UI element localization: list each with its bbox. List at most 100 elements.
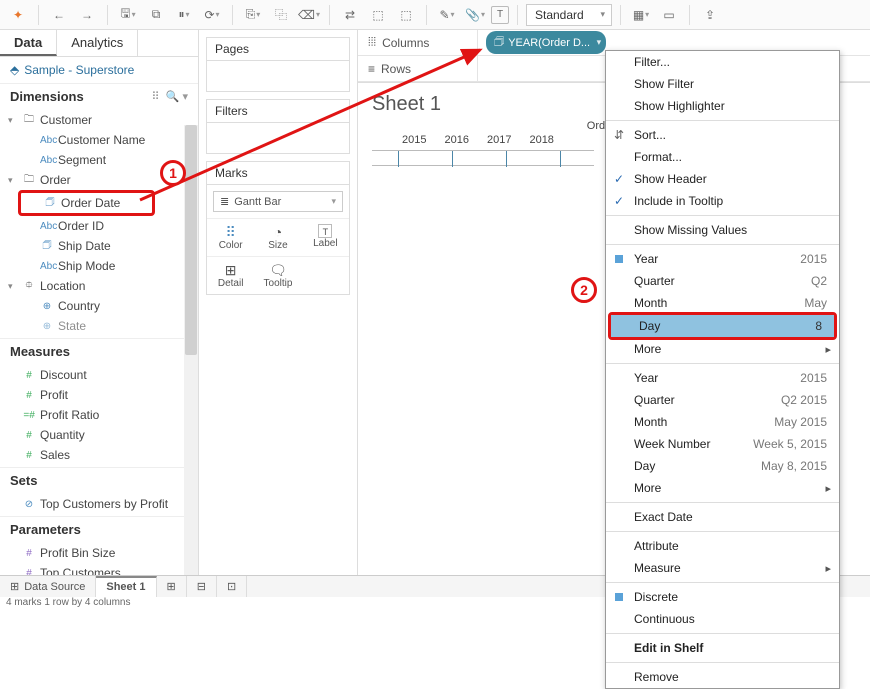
menu-format[interactable]: Format... [606, 146, 839, 168]
forward-icon[interactable]: → [75, 3, 99, 27]
dimensions-list: ▾🗀Customer AbcCustomer Name AbcSegment ▾… [0, 108, 198, 338]
sort-desc-icon[interactable]: ⬚ [394, 3, 418, 27]
new-sheet-tab-icon: ⊞ [167, 580, 176, 593]
marks-card: Marks ≣Gantt Bar ▾ ⠿Color ◔Size TLabel ⊞… [206, 161, 350, 295]
tab-data-source[interactable]: ⊞Data Source [0, 576, 96, 597]
folder-customer[interactable]: ▾🗀Customer [0, 110, 198, 130]
back-icon[interactable]: ← [47, 3, 71, 27]
menu-continuous[interactable]: Continuous [606, 608, 839, 630]
new-dashboard-icon: ⊟ [197, 580, 206, 593]
field-sales[interactable]: #Sales [0, 445, 198, 465]
marks-tooltip-button[interactable]: 🗨Tooltip [254, 256, 301, 294]
field-ship-date[interactable]: 🗇Ship Date [0, 236, 198, 256]
menu-filter[interactable]: Filter... [606, 51, 839, 73]
field-profit-ratio[interactable]: =#Profit Ratio [0, 405, 198, 425]
menu-show-highlighter[interactable]: Show Highlighter [606, 95, 839, 117]
share-icon[interactable]: ⇪ [698, 3, 722, 27]
save-icon[interactable]: 🖫 [116, 3, 140, 27]
refresh-icon[interactable]: ⟳ [200, 3, 224, 27]
field-state[interactable]: ⊕State [0, 316, 198, 336]
menu-measure[interactable]: Measure [606, 557, 839, 579]
menu-remove[interactable]: Remove [606, 666, 839, 688]
pause-updates-icon[interactable]: ⏸ [172, 3, 196, 27]
swap-icon[interactable]: ⇄ [338, 3, 362, 27]
pill-year-order-date[interactable]: 🗇 YEAR(Order D... [486, 31, 606, 54]
tooltip-icon: 🗨 [254, 262, 301, 278]
clear-icon[interactable]: ⌫ [297, 3, 321, 27]
menu-month-part[interactable]: MonthMay [606, 292, 839, 314]
menu-show-filter[interactable]: Show Filter [606, 73, 839, 95]
mark-type-dropdown[interactable]: ≣Gantt Bar ▾ [213, 191, 343, 212]
datasource-icon: ⬘ [10, 63, 19, 77]
dimensions-header: Dimensions⠿ 🔍 ▾ [0, 83, 198, 108]
sort-icon: ⇵ [614, 128, 624, 142]
fit-dropdown[interactable]: Standard [526, 4, 612, 26]
pill-context-menu: Filter... Show Filter Show Highlighter ⇵… [605, 50, 840, 689]
menu-more-part[interactable]: More [606, 338, 839, 360]
columns-icon: ⦙⦙⦙ [368, 35, 376, 50]
datasource-row[interactable]: ⬘ Sample - Superstore [0, 57, 198, 83]
menu-week-trunc[interactable]: Week NumberWeek 5, 2015 [606, 433, 839, 455]
menu-quarter-part[interactable]: QuarterQ2 [606, 270, 839, 292]
field-discount[interactable]: #Discount [0, 365, 198, 385]
tab-sheet1[interactable]: Sheet 1 [96, 576, 156, 597]
menu-exact-date[interactable]: Exact Date [606, 506, 839, 528]
tab-analytics[interactable]: Analytics [57, 30, 138, 56]
new-dashboard-button[interactable]: ⊟ [187, 576, 217, 597]
menu-day-trunc[interactable]: DayMay 8, 2015 [606, 455, 839, 477]
field-top-customers[interactable]: ⊘Top Customers by Profit [0, 494, 198, 514]
field-order-date[interactable]: 🗇Order Date [21, 193, 152, 213]
menu-show-header[interactable]: Show Header [606, 168, 839, 190]
menu-edit-in-shelf[interactable]: Edit in Shelf [606, 637, 839, 659]
menu-day-part[interactable]: Day8 [611, 315, 834, 337]
detail-icon: ⊞ [207, 262, 254, 278]
size-icon: ◔ [254, 224, 301, 240]
menu-include-tooltip[interactable]: Include in Tooltip [606, 190, 839, 212]
tableau-logo-icon[interactable]: ✦ [6, 3, 30, 27]
callout-2: 2 [571, 277, 597, 303]
sort-asc-icon[interactable]: ⬚ [366, 3, 390, 27]
marks-size-button[interactable]: ◔Size [254, 218, 301, 256]
menu-show-missing[interactable]: Show Missing Values [606, 219, 839, 241]
scrollbar-thumb[interactable] [185, 125, 197, 355]
pages-card[interactable]: Pages [206, 37, 350, 92]
fit-label: Standard [535, 8, 584, 22]
field-ship-mode[interactable]: AbcShip Mode [0, 256, 198, 276]
tab-data[interactable]: Data [0, 30, 57, 56]
menu-quarter-trunc[interactable]: QuarterQ2 2015 [606, 389, 839, 411]
rows-icon: ≡ [368, 62, 375, 76]
new-story-button[interactable]: ⊡ [217, 576, 247, 597]
marks-color-button[interactable]: ⠿Color [207, 218, 254, 256]
text-label-icon[interactable]: T [491, 6, 509, 24]
marks-label-button[interactable]: TLabel [302, 218, 349, 256]
new-datasource-icon[interactable]: ⧉ [144, 3, 168, 27]
field-quantity[interactable]: #Quantity [0, 425, 198, 445]
param-profit-bin[interactable]: #Profit Bin Size [0, 543, 198, 563]
datasource-name: Sample - Superstore [24, 63, 134, 77]
menu-discrete[interactable]: Discrete [606, 586, 839, 608]
presentation-icon[interactable]: ▭ [657, 3, 681, 27]
field-customer-name[interactable]: AbcCustomer Name [0, 130, 198, 150]
measures-header: Measures [0, 338, 198, 363]
cards-icon[interactable]: ▦ [629, 3, 653, 27]
marks-detail-button[interactable]: ⊞Detail [207, 256, 254, 294]
field-profit[interactable]: #Profit [0, 385, 198, 405]
menu-attribute[interactable]: Attribute [606, 535, 839, 557]
new-worksheet-button[interactable]: ⊞ [157, 576, 187, 597]
field-order-id[interactable]: AbcOrder ID [0, 216, 198, 236]
cards-pane: Pages Filters Marks ≣Gantt Bar ▾ ⠿Color … [199, 30, 358, 575]
duplicate-icon[interactable]: ⿻ [269, 3, 293, 27]
menu-month-trunc[interactable]: MonthMay 2015 [606, 411, 839, 433]
parameters-header: Parameters [0, 516, 198, 541]
filters-card[interactable]: Filters [206, 99, 350, 154]
menu-year-part[interactable]: Year2015 [606, 248, 839, 270]
highlight-icon[interactable]: ✎ [435, 3, 459, 27]
menu-sort[interactable]: ⇵Sort... [606, 124, 839, 146]
field-country[interactable]: ⊕Country [0, 296, 198, 316]
group-icon[interactable]: 📎 [463, 3, 487, 27]
color-icon: ⠿ [207, 224, 254, 240]
menu-more-trunc[interactable]: More [606, 477, 839, 499]
folder-location[interactable]: ▾⯐Location [0, 276, 198, 296]
menu-year-trunc[interactable]: Year2015 [606, 367, 839, 389]
new-sheet-icon[interactable]: ⎘ [241, 3, 265, 27]
